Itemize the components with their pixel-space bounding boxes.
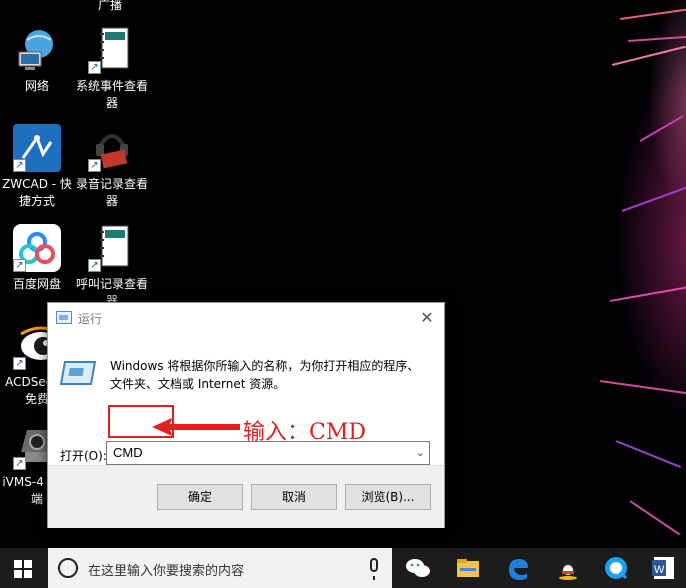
desktop-icon-label: 网络: [24, 79, 49, 93]
open-input-value: CMD: [113, 445, 143, 460]
desktop-icon-call-log-viewer[interactable]: ↗ 呼叫记录查看器: [75, 224, 149, 310]
desktop-icon-label: 系统事件查看器: [75, 79, 148, 110]
desktop-icon-network[interactable]: 网络: [0, 26, 74, 95]
shortcut-arrow-icon: ↗: [13, 357, 26, 370]
recording-viewer-icon: ↗: [88, 124, 136, 172]
shortcut-arrow-icon: ↗: [13, 259, 26, 272]
annotation-arrow-icon: [152, 418, 240, 436]
shortcut-arrow-icon: ↗: [88, 159, 101, 172]
run-icon: [59, 361, 97, 385]
run-icon-small: [56, 311, 72, 324]
ok-button[interactable]: 确定: [157, 484, 243, 510]
cancel-button[interactable]: 取消: [251, 484, 337, 510]
run-dialog-description: Windows 将根据你所输入的名称，为你打开相应的程序、文件夹、文档或 Int…: [110, 359, 420, 391]
desktop-icon-label: ZWCAD - 快捷方式: [2, 177, 72, 208]
network-icon: [13, 26, 61, 74]
taskbar: 在这里输入你要搜索的内容 W: [0, 548, 686, 588]
browse-button[interactable]: 浏览(B)...: [345, 484, 431, 510]
run-dialog-title: 运行: [78, 312, 103, 326]
shortcut-arrow-icon: ↗: [13, 457, 26, 470]
desktop-icon-label-cut: 广播: [98, 0, 123, 12]
windows-start-icon[interactable]: [14, 560, 32, 578]
desktop-icon-recording-viewer[interactable]: ↗ 录音记录查看器: [75, 124, 149, 210]
qq-icon[interactable]: [554, 554, 582, 582]
file-explorer-icon[interactable]: [454, 554, 482, 582]
shortcut-arrow-icon: ↗: [13, 159, 26, 172]
baidu-netdisk-icon: ↗: [13, 224, 61, 272]
desktop-icon-zwcad[interactable]: ↗ ZWCAD - 快捷方式: [0, 124, 74, 210]
open-label: 打开(O):: [60, 449, 107, 463]
run-dialog-footer: 确定 取消 浏览(B)...: [48, 465, 444, 528]
run-dialog-titlebar[interactable]: 运行 ✕: [48, 303, 444, 333]
wechat-icon[interactable]: [404, 554, 432, 582]
desktop-icon-label: 百度网盘: [12, 277, 61, 291]
shortcut-arrow-icon: ↗: [88, 61, 101, 74]
cortana-icon: [58, 558, 78, 578]
annotation-text: 输入：CMD: [243, 420, 366, 445]
svg-text:W: W: [654, 564, 665, 576]
desktop-icon-label: 录音记录查看器: [75, 177, 148, 208]
close-icon[interactable]: ✕: [416, 307, 438, 329]
call-log-viewer-icon: ↗: [88, 224, 136, 272]
microphone-icon[interactable]: [370, 558, 378, 580]
zwcad-icon: ↗: [13, 124, 61, 172]
search-placeholder: 在这里输入你要搜索的内容: [88, 564, 245, 579]
desktop-icon-event-viewer[interactable]: ↗ 系统事件查看器: [75, 26, 149, 112]
run-dialog-body: Windows 将根据你所输入的名称，为你打开相应的程序、文件夹、文档或 Int…: [48, 333, 444, 467]
event-viewer-icon: ↗: [88, 26, 136, 74]
chevron-down-icon[interactable]: ⌄: [416, 442, 425, 464]
desktop-icon-baidu-netdisk[interactable]: ↗ 百度网盘: [0, 224, 74, 293]
edge-icon[interactable]: [504, 554, 532, 582]
shortcut-arrow-icon: ↗: [88, 259, 101, 272]
word-icon[interactable]: W: [650, 554, 678, 582]
taskbar-search-box[interactable]: 在这里输入你要搜索的内容: [48, 548, 392, 588]
qq-browser-icon[interactable]: [602, 554, 630, 582]
